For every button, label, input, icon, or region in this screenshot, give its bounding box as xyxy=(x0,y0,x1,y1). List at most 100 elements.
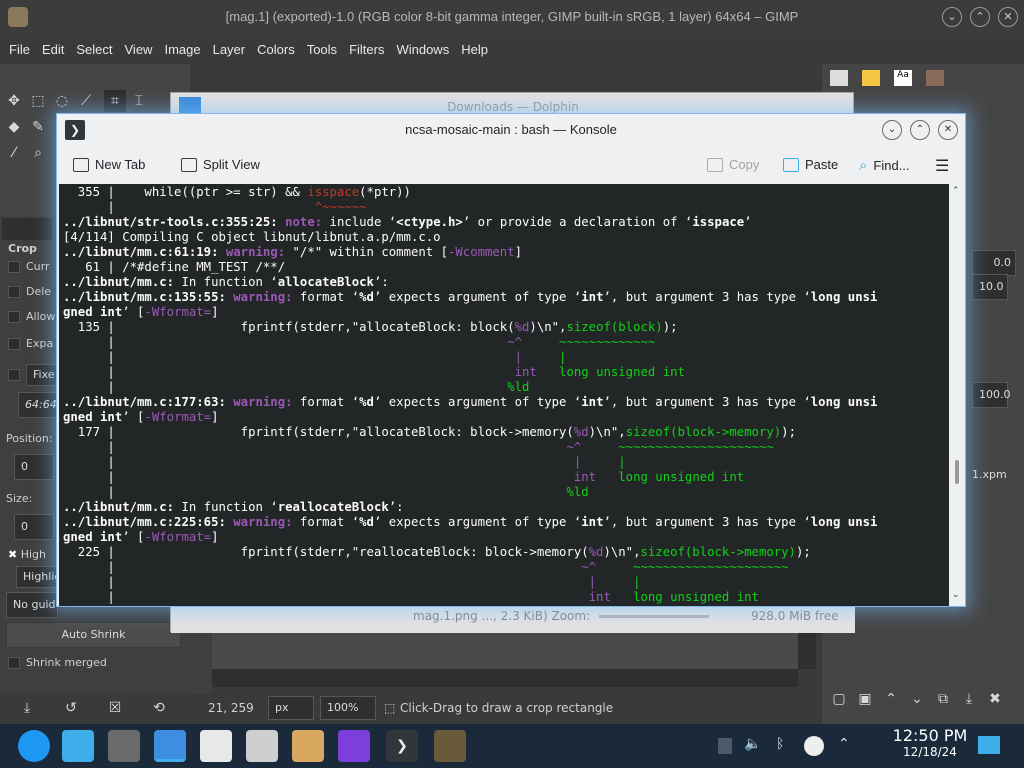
fedora-media-writer-icon[interactable] xyxy=(338,730,370,762)
lasso-tool-icon[interactable]: ◌ xyxy=(51,90,73,112)
system-settings-icon[interactable] xyxy=(108,730,140,762)
tool-options-tab[interactable] xyxy=(2,218,52,240)
media-disc-icon[interactable] xyxy=(804,736,824,756)
menu-select[interactable]: Select xyxy=(70,42,118,57)
move-tool-icon[interactable]: ✥ xyxy=(3,90,25,112)
konsole-task-icon[interactable]: ❯ xyxy=(386,730,418,762)
scroll-down-icon[interactable]: ⌄ xyxy=(952,590,960,600)
brush-icon[interactable] xyxy=(830,70,848,86)
menu-view[interactable]: View xyxy=(119,42,159,57)
package-icon[interactable] xyxy=(292,730,324,762)
konsole-maximize-icon[interactable]: ⌃ xyxy=(910,120,930,140)
paintbrush-icon[interactable]: ✎ xyxy=(27,116,49,138)
zoom-select[interactable]: 100% xyxy=(320,696,376,720)
terminal-scrollbar[interactable]: ⌃ ⌄ xyxy=(949,184,965,606)
dock-value-3[interactable]: 100.0 xyxy=(972,382,1011,408)
tool-options-title: Crop xyxy=(8,242,37,255)
maximize-icon[interactable]: ⌃ xyxy=(970,7,990,27)
pattern-icon[interactable] xyxy=(862,70,880,86)
unit-select[interactable]: px xyxy=(268,696,314,720)
scroll-up-icon[interactable]: ⌃ xyxy=(952,186,960,196)
expand-tray-icon[interactable]: ⌃ xyxy=(838,736,850,752)
crop-tool-icon[interactable]: ⌗ xyxy=(104,90,126,112)
zoom-slider[interactable] xyxy=(599,615,709,618)
delete-cropped-label: Dele xyxy=(26,285,52,298)
duplicate-layer-icon[interactable]: ⧉ xyxy=(932,688,954,710)
current-layer-only-checkbox[interactable]: Curr xyxy=(8,260,50,273)
split-view-button[interactable]: Split View xyxy=(181,157,260,172)
dock-file-label[interactable]: 1.xpm xyxy=(972,468,1007,481)
bluetooth-icon[interactable]: ᛒ xyxy=(776,736,784,752)
find-button[interactable]: ⌕ Find... xyxy=(859,157,910,174)
aspect-ratio-field[interactable]: 64:64 xyxy=(18,392,58,418)
position-x-field[interactable]: 0 xyxy=(14,454,54,480)
transform-tool-icon[interactable]: ⌶ xyxy=(128,90,150,112)
dolphin-status-text: mag.1.png ..., 2.3 KiB) Zoom: xyxy=(413,609,591,623)
rect-select-tool-icon[interactable]: ⬚ xyxy=(27,90,49,112)
expand-from-center-checkbox[interactable]: Expa xyxy=(8,337,53,350)
menu-edit[interactable]: Edit xyxy=(36,42,70,57)
reset-options-icon[interactable]: ⟲ xyxy=(148,697,170,719)
show-desktop-icon[interactable] xyxy=(978,736,1000,754)
lower-layer-icon[interactable]: ⌄ xyxy=(906,688,928,710)
gimp-statusbar: 21, 259 px 100% ⬚ Click-Drag to draw a c… xyxy=(190,694,822,724)
raise-layer-icon[interactable]: ⌃ xyxy=(880,688,902,710)
new-layer-icon[interactable]: ▢ xyxy=(828,688,850,710)
allow-growing-checkbox[interactable]: Allow xyxy=(8,310,55,323)
new-tab-button[interactable]: New Tab xyxy=(73,157,145,172)
horizontal-scrollbar[interactable] xyxy=(212,669,798,687)
layer-group-icon[interactable]: ▣ xyxy=(854,688,876,710)
menu-image[interactable]: Image xyxy=(158,42,206,57)
fuzzy-select-tool-icon[interactable]: ⟋ xyxy=(75,90,97,112)
dock-value-2[interactable]: 10.0 xyxy=(972,274,1008,300)
crop-hint-icon: ⬚ xyxy=(384,701,396,715)
app-store-icon[interactable] xyxy=(62,730,94,762)
paste-button[interactable]: Paste xyxy=(783,157,838,172)
close-icon[interactable]: ✕ xyxy=(998,7,1018,27)
menu-windows[interactable]: Windows xyxy=(390,42,455,57)
scrollbar-thumb[interactable] xyxy=(955,460,959,484)
clipboard-icon[interactable] xyxy=(718,738,732,754)
menu-tools[interactable]: Tools xyxy=(301,42,343,57)
delete-layer-icon[interactable]: ✖ xyxy=(984,688,1006,710)
auto-shrink-button[interactable]: Auto Shrink xyxy=(6,622,181,648)
save-options-icon[interactable]: ⤓ xyxy=(16,697,38,719)
menu-file[interactable]: File xyxy=(3,42,36,57)
delete-options-icon[interactable]: ☒ xyxy=(104,697,126,719)
copy-button[interactable]: Copy xyxy=(707,157,759,172)
menu-help[interactable]: Help xyxy=(455,42,494,57)
menu-colors[interactable]: Colors xyxy=(251,42,301,57)
document-history-icon[interactable] xyxy=(926,70,944,86)
color-picker-icon[interactable]: ⁄ xyxy=(3,142,25,164)
text-editor-icon[interactable] xyxy=(200,730,232,762)
anchor-layer-icon[interactable]: ⤓ xyxy=(958,688,980,710)
dock-value-1[interactable]: 0.0 xyxy=(972,250,1016,276)
gimp-logo-icon xyxy=(8,7,28,27)
menu-filters[interactable]: Filters xyxy=(343,42,390,57)
current-layer-label: Curr xyxy=(26,260,50,273)
font-icon[interactable]: Aa xyxy=(894,70,912,86)
app-launcher-icon[interactable] xyxy=(18,730,50,762)
bucket-fill-icon[interactable]: ◆ xyxy=(3,116,25,138)
clock[interactable]: 12:50 PM 12/18/24 xyxy=(880,726,980,759)
zoom-tool-icon[interactable]: ⌕ xyxy=(27,142,49,164)
highlight-opacity-field[interactable]: Highlig xyxy=(16,566,61,588)
volume-icon[interactable]: 🔈 xyxy=(744,736,761,752)
shrink-merged-checkbox[interactable]: Shrink merged xyxy=(8,656,107,669)
delete-cropped-checkbox[interactable]: Dele xyxy=(8,285,51,298)
restore-options-icon[interactable]: ↺ xyxy=(60,697,82,719)
menu-layer[interactable]: Layer xyxy=(207,42,252,57)
guides-select[interactable]: No guid xyxy=(6,592,58,618)
highlight-checkbox[interactable]: ✖ High xyxy=(8,548,46,561)
layers-footer: ▢ ▣ ⌃ ⌄ ⧉ ⤓ ✖ xyxy=(822,684,1024,714)
konsole-window[interactable]: ❯ ncsa-mosaic-main : bash — Konsole ⌄ ⌃ … xyxy=(56,113,966,607)
minimize-icon[interactable]: ⌄ xyxy=(942,7,962,27)
dolphin-task-icon[interactable] xyxy=(154,730,186,762)
konsole-minimize-icon[interactable]: ⌄ xyxy=(882,120,902,140)
gimp-task-icon[interactable] xyxy=(434,730,466,762)
hamburger-menu-icon[interactable]: ☰ xyxy=(935,156,949,176)
terminal-output[interactable]: 355 | while((ptr >= str) && isspace(*ptr… xyxy=(59,184,949,606)
size-w-field[interactable]: 0 xyxy=(14,514,54,540)
konsole-close-icon[interactable]: ✕ xyxy=(938,120,958,140)
archive-icon[interactable] xyxy=(246,730,278,762)
